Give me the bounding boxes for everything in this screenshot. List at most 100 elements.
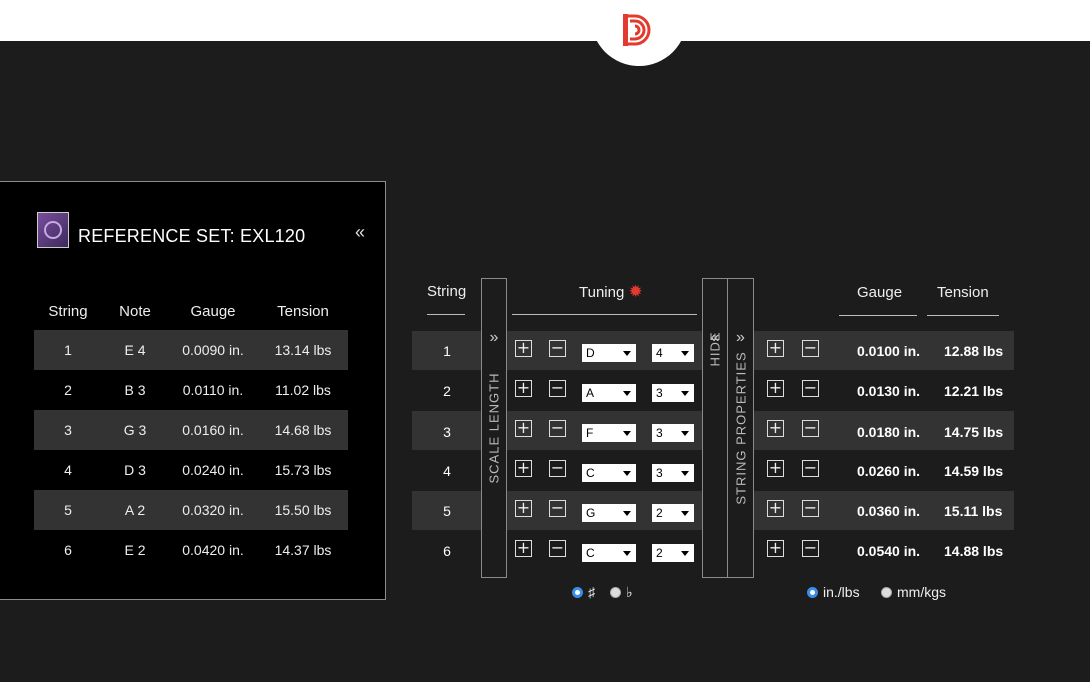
ref-header-string: String [48, 302, 88, 320]
gauge-value: 0.0540 in. [857, 543, 921, 559]
ref-table-row: 1 E 4 0.0090 in. 13.14 lbs [34, 330, 348, 370]
reference-set-title: REFERENCE SET: EXL120 [78, 226, 306, 246]
gauge-minus-button[interactable]: − [802, 380, 819, 397]
gauge-plus-button[interactable]: + [767, 540, 784, 557]
ref-tension: 14.37 lbs [274, 542, 332, 558]
octave-select[interactable]: 3 [652, 464, 694, 482]
ref-header-gauge: Gauge [190, 302, 236, 320]
flat-label: ♭ [626, 584, 633, 600]
top-bar [0, 0, 1090, 41]
tuning-minus-button[interactable]: − [549, 540, 566, 557]
string-number: 4 [443, 463, 451, 479]
octave-select[interactable]: 3 [652, 384, 694, 402]
dropdown-arrow-icon [681, 551, 689, 556]
gauge-value: 0.0100 in. [857, 343, 921, 359]
octave-select[interactable]: 2 [652, 544, 694, 562]
gauge-plus-button[interactable]: + [767, 500, 784, 517]
tuning-plus-button[interactable]: + [515, 340, 532, 357]
gauge-minus-button[interactable]: − [802, 540, 819, 557]
gauge-plus-button[interactable]: + [767, 460, 784, 477]
sharp-radio[interactable]: ♯ [572, 584, 595, 600]
metric-units-label: mm/kgs [897, 584, 946, 600]
tuning-plus-button[interactable]: + [515, 420, 532, 437]
octave-select[interactable]: 3 [652, 424, 694, 442]
gauge-value: 0.0180 in. [857, 424, 921, 440]
tuning-minus-button[interactable]: − [549, 420, 566, 437]
ref-tension: 15.73 lbs [274, 462, 332, 478]
ref-header-note: Note [119, 302, 151, 320]
ref-tension: 13.14 lbs [274, 342, 332, 358]
tuning-settings-gear-icon[interactable]: ✹ [628, 282, 642, 301]
flat-radio[interactable]: ♭ [610, 584, 633, 601]
header-tension-underline [927, 315, 999, 316]
tuning-plus-button[interactable]: + [515, 540, 532, 557]
gauge-minus-button[interactable]: − [802, 420, 819, 437]
ref-string: 3 [64, 422, 72, 438]
collapse-reference-icon[interactable]: « [355, 222, 365, 243]
scale-length-label: SCALE LENGTH [486, 372, 502, 484]
tuning-minus-button[interactable]: − [549, 340, 566, 357]
ref-note: G 3 [123, 422, 147, 438]
octave-select-value: 2 [656, 506, 663, 520]
tuning-plus-button[interactable]: + [515, 380, 532, 397]
tuning-minus-button[interactable]: − [549, 460, 566, 477]
octave-select-value: 2 [656, 546, 663, 560]
hide-label: HIDE [707, 331, 723, 367]
hide-tab[interactable]: « HIDE [702, 278, 728, 578]
string-number: 6 [443, 543, 451, 559]
ref-table-row: 6 E 2 0.0420 in. 14.37 lbs [34, 530, 348, 570]
string-number: 1 [443, 343, 451, 359]
gauge-minus-button[interactable]: − [802, 340, 819, 357]
ref-gauge: 0.0420 in. [182, 542, 244, 558]
gauge-value: 0.0360 in. [857, 503, 921, 519]
daddario-logo-icon[interactable] [621, 12, 657, 48]
octave-select[interactable]: 2 [652, 504, 694, 522]
header-tuning: Tuning ✹ [579, 282, 643, 302]
octave-select-value: 3 [656, 426, 663, 440]
string-pack-thumbnail [37, 212, 69, 248]
ref-gauge: 0.0240 in. [182, 462, 244, 478]
octave-select[interactable]: 4 [652, 344, 694, 362]
header-gauge: Gauge [857, 284, 903, 301]
radio-selected-icon [807, 586, 818, 598]
reference-table-header: String Note Gauge Tension [34, 292, 348, 330]
string-properties-tab[interactable]: » STRING PROPERTIES [727, 278, 754, 578]
gauge-minus-button[interactable]: − [802, 460, 819, 477]
octave-select-value: 4 [656, 346, 663, 360]
note-select[interactable]: C [582, 544, 636, 562]
tuning-plus-button[interactable]: + [515, 460, 532, 477]
dropdown-arrow-icon [681, 351, 689, 356]
tension-value: 14.59 lbs [944, 463, 1004, 479]
ref-table-row: 3 G 3 0.0160 in. 14.68 lbs [34, 410, 348, 450]
imperial-units-radio[interactable]: in./lbs [807, 584, 860, 600]
ref-string: 2 [64, 382, 72, 398]
string-properties-label: STRING PROPERTIES [733, 351, 748, 505]
tuning-minus-button[interactable]: − [549, 500, 566, 517]
dropdown-arrow-icon [681, 471, 689, 476]
header-gauge-underline [839, 315, 917, 316]
tension-value: 12.88 lbs [944, 343, 1004, 359]
note-select[interactable]: D [582, 344, 636, 362]
metric-units-radio[interactable]: mm/kgs [881, 584, 946, 600]
header-tuning-underline [512, 314, 697, 315]
note-select-value: D [586, 346, 595, 360]
imperial-units-label: in./lbs [823, 584, 860, 600]
string-number: 2 [443, 383, 451, 399]
dropdown-arrow-icon [623, 391, 631, 396]
scale-length-tab[interactable]: » SCALE LENGTH [481, 278, 507, 578]
tension-value: 14.75 lbs [944, 424, 1004, 440]
tuning-minus-button[interactable]: − [549, 380, 566, 397]
tuning-plus-button[interactable]: + [515, 500, 532, 517]
gauge-plus-button[interactable]: + [767, 420, 784, 437]
ref-tension: 15.50 lbs [274, 502, 332, 518]
gauge-plus-button[interactable]: + [767, 340, 784, 357]
ref-header-tension: Tension [277, 302, 329, 320]
sharp-label: ♯ [588, 584, 595, 600]
note-select[interactable]: C [582, 464, 636, 482]
gauge-minus-button[interactable]: − [802, 500, 819, 517]
note-select[interactable]: G [582, 504, 636, 522]
gauge-plus-button[interactable]: + [767, 380, 784, 397]
gauge-value: 0.0260 in. [857, 463, 921, 479]
note-select[interactable]: A [582, 384, 636, 402]
note-select[interactable]: F [582, 424, 636, 442]
